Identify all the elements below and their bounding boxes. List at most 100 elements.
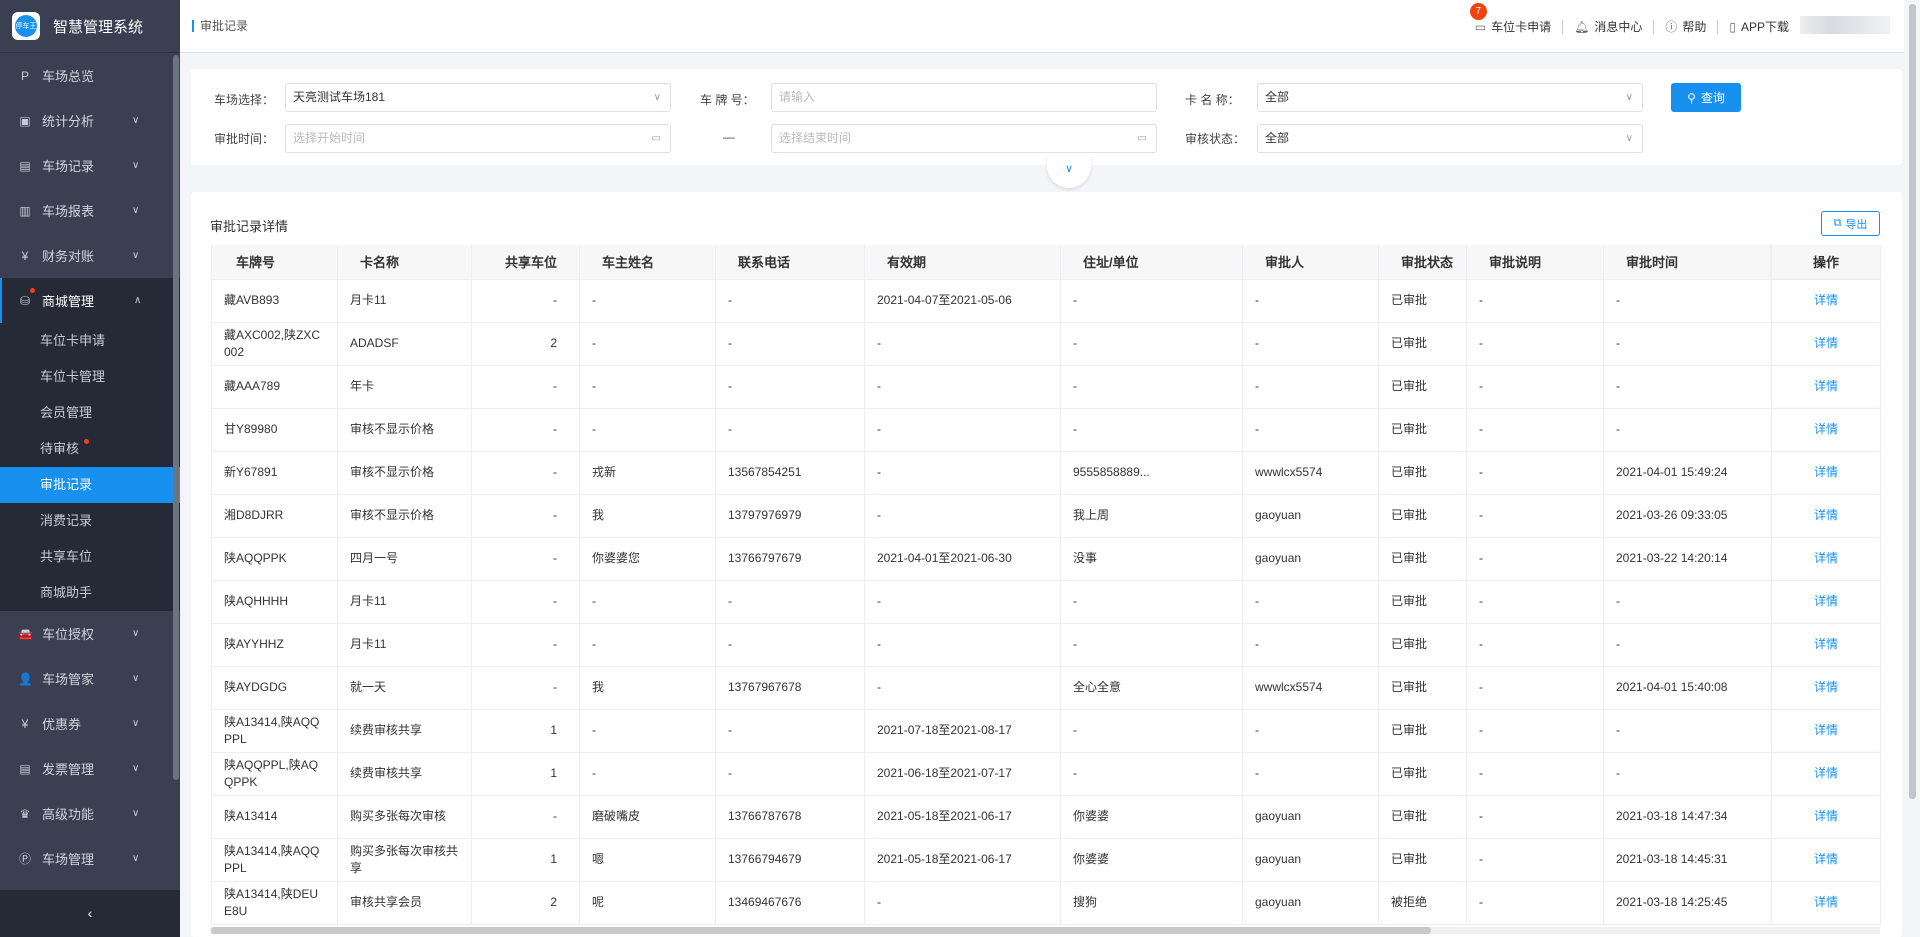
details-link[interactable]: 详情 [1814, 508, 1838, 522]
table-cell: gaoyuan [1242, 881, 1379, 925]
table-cell: - [715, 279, 865, 323]
date-range-dash: — [723, 130, 735, 144]
details-link[interactable]: 详情 [1814, 551, 1838, 565]
submenu-item-2[interactable]: 会员管理 [0, 395, 180, 431]
table-cell: 1 [471, 709, 580, 753]
expand-filter-button[interactable]: ∨ [1047, 154, 1091, 188]
status-select[interactable]: 全部 ∨ [1257, 124, 1643, 153]
chevron-down-icon: ∨ [132, 853, 140, 864]
table-cell: 2021-03-26 09:33:05 [1603, 494, 1772, 538]
sidebar-scrollbar[interactable] [173, 55, 179, 780]
table-cell: - [864, 666, 1061, 710]
details-link[interactable]: 详情 [1814, 680, 1838, 694]
details-link[interactable]: 详情 [1814, 723, 1838, 737]
submenu-item-1[interactable]: 车位卡管理 [0, 359, 180, 395]
table-row: 陕A13414 购买多张每次审核 - 磨破嘴皮 13766787678 2021-05-1… [211, 795, 1881, 839]
details-link[interactable]: 详情 [1814, 637, 1838, 651]
submenu-item-0[interactable]: 车位卡申请 [0, 323, 180, 359]
table-cell: 我上周 [1060, 494, 1243, 538]
sidebar-item-after-0[interactable]: 🚘 车位授权 ∨ [0, 611, 180, 656]
table-cell: - [1466, 537, 1604, 581]
top-header: 审批记录 7 ▭ 车位卡申请 🔔︎ 消息中心 ⓘ 帮助 ▯ APP下载 [180, 0, 1920, 53]
sidebar-item-after-5[interactable]: Ⓟ 车场管理 ∨ [0, 836, 180, 881]
start-time-input[interactable]: 选择开始时间 ▭ [285, 124, 671, 153]
table-cell: - [1242, 408, 1379, 452]
table-cell: 陕AQQPPK [211, 537, 338, 581]
submenu-item-6[interactable]: 共享车位 [0, 539, 180, 575]
message-center-link[interactable]: 🔔︎ 消息中心 [1563, 19, 1655, 34]
details-link[interactable]: 详情 [1814, 895, 1838, 909]
help-link[interactable]: ⓘ 帮助 [1654, 19, 1719, 34]
table-cell: 已审批 [1378, 666, 1467, 710]
table-cell: - [579, 752, 716, 796]
submenu-item-3[interactable]: 待审核 [0, 431, 180, 467]
app-download-link[interactable]: ▯ APP下载 [1718, 20, 1800, 34]
sidebar: 停车王 智慧管理系统 P 车场总览 ▣ 统计分析 ∨ ▤ 车场记录 ∨ ▥ 车场报表 ∨ ¥ 财务对账 ∨… [0, 0, 180, 937]
user-info-blurred[interactable] [1800, 16, 1890, 34]
table-cell: 陕AQQPPL,陕AQQPPK [211, 752, 338, 796]
details-link[interactable]: 详情 [1814, 809, 1838, 823]
details-link[interactable]: 详情 [1814, 465, 1838, 479]
sidebar-item-after-3[interactable]: ▤ 发票管理 ∨ [0, 746, 180, 791]
lot-select[interactable]: 天亮测试车场181 ∨ [285, 83, 671, 112]
table-cell: 陕AQHHHH [211, 580, 338, 624]
details-link[interactable]: 详情 [1814, 422, 1838, 436]
card-apply-link[interactable]: 7 ▭ 车位卡申请 [1464, 2, 1564, 34]
details-link[interactable]: 详情 [1814, 379, 1838, 393]
table-row: 陕AYDGDG 就一天 - 我 13767967678- 全心全意 wwwlcx5574 已审… [211, 666, 1881, 710]
query-button[interactable]: ⚲ 查询 [1671, 83, 1741, 112]
plate-input[interactable]: 请输入 [771, 83, 1157, 112]
table-cell: - [715, 709, 865, 753]
table-cell: 陕AYDGDG [211, 666, 338, 710]
sidebar-item-1[interactable]: ▣ 统计分析 ∨ [0, 98, 180, 143]
submenu-item-7[interactable]: 商城助手 [0, 575, 180, 611]
sidebar-item-label: 财务对账 [42, 249, 95, 264]
submenu-item-4[interactable]: 审批记录 [0, 467, 180, 503]
submenu-item-5[interactable]: 消费记录 [0, 503, 180, 539]
menu-icon: Ⓟ [18, 852, 31, 866]
table-cell: - [1466, 408, 1604, 452]
action-cell: 详情 [1771, 623, 1881, 667]
table-cell: gaoyuan [1242, 838, 1379, 882]
table-cell: - [579, 709, 716, 753]
notification-badge: 7 [1469, 2, 1487, 20]
table-cell: 13766787678 [715, 795, 865, 839]
column-header: 审批人 [1242, 245, 1379, 280]
sidebar-item-label: 统计分析 [42, 114, 95, 129]
column-header: 审批时间 [1603, 245, 1772, 280]
sidebar-item-after-4[interactable]: ♛ 高级功能 ∨ [0, 791, 180, 836]
lot-label: 车场选择： [214, 93, 275, 107]
table-cell: - [715, 365, 865, 409]
table-cell: 审核不显示价格 [337, 494, 472, 538]
details-link[interactable]: 详情 [1814, 594, 1838, 608]
sidebar-item-4[interactable]: ¥ 财务对账 ∨ [0, 233, 180, 278]
table-cell: 你婆婆 [1060, 795, 1243, 839]
horizontal-scrollbar[interactable] [211, 927, 1880, 934]
export-button[interactable]: ⧉ 导出 [1821, 211, 1880, 236]
sidebar-item-3[interactable]: ▥ 车场报表 ∨ [0, 188, 180, 233]
table-cell: - [1466, 709, 1604, 753]
sidebar-item-after-2[interactable]: ¥ 优惠券 ∨ [0, 701, 180, 746]
table-cell: 你婆婆 [1060, 838, 1243, 882]
details-link[interactable]: 详情 [1814, 852, 1838, 866]
table-cell: 2021-07-18至2021-08-17 [864, 709, 1061, 753]
table-row: 陕AYYHHZ 月卡11- - - - - - 已审批 - - 详情 [211, 623, 1881, 667]
sidebar-item-after-1[interactable]: 👤 车场管家 ∨ [0, 656, 180, 701]
page-scrollbar[interactable] [1904, 0, 1920, 937]
table-cell: 2021-03-18 14:47:34 [1603, 795, 1772, 839]
sidebar-item-2[interactable]: ▤ 车场记录 ∨ [0, 143, 180, 188]
collapse-sidebar-button[interactable]: ‹ [0, 890, 180, 937]
table-cell: - [1060, 365, 1243, 409]
details-link[interactable]: 详情 [1814, 766, 1838, 780]
details-link[interactable]: 详情 [1814, 293, 1838, 307]
sidebar-item-label: 车场记录 [42, 159, 95, 174]
table-cell: 2021-03-18 14:25:45 [1603, 881, 1772, 925]
sidebar-item-0[interactable]: P 车场总览 [0, 53, 180, 98]
column-header: 车牌号 [211, 245, 338, 280]
chevron-down-icon: ∨ [1625, 92, 1633, 103]
end-time-input[interactable]: 选择结束时间 ▭ [771, 124, 1157, 153]
table-cell: - [471, 795, 580, 839]
details-link[interactable]: 详情 [1814, 336, 1838, 350]
sidebar-item-5[interactable]: ⛁ 商城管理 ∧ [0, 278, 180, 323]
card-name-select[interactable]: 全部 ∨ [1257, 83, 1643, 112]
